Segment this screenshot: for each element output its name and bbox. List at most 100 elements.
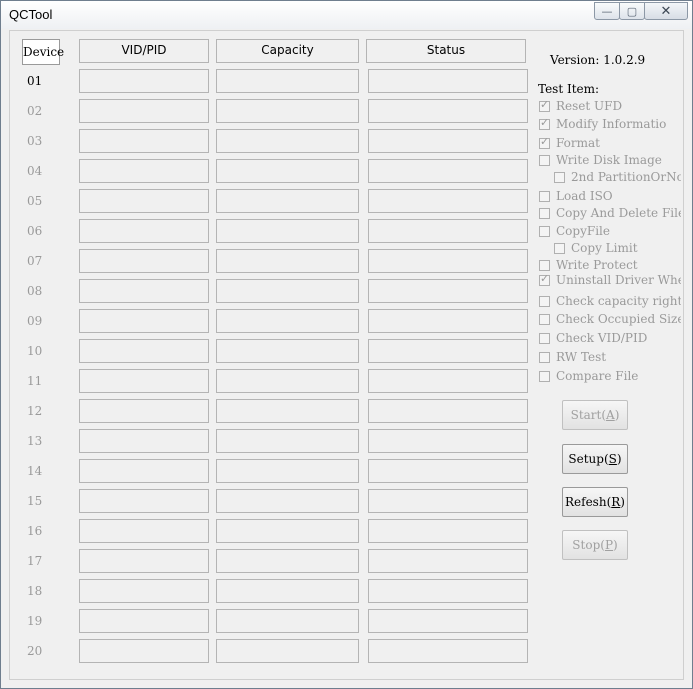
- cell-status[interactable]: [368, 129, 528, 153]
- cell-capacity[interactable]: [216, 189, 359, 213]
- row-number: 04: [27, 164, 43, 178]
- cell-capacity[interactable]: [216, 249, 359, 273]
- row-number: 17: [27, 554, 43, 568]
- minimize-button[interactable]: —: [594, 2, 620, 20]
- test-item-checkbox[interactable]: Compare File: [539, 369, 681, 383]
- row-number: 14: [27, 464, 43, 478]
- cell-vid-pid[interactable]: [79, 219, 209, 243]
- cell-vid-pid[interactable]: [79, 99, 209, 123]
- close-button[interactable]: ✕: [644, 2, 688, 20]
- cell-capacity[interactable]: [216, 69, 359, 93]
- cell-status[interactable]: [368, 69, 528, 93]
- cell-vid-pid[interactable]: [79, 549, 209, 573]
- maximize-icon: ▢: [626, 4, 638, 18]
- test-item-checkbox[interactable]: Uninstall Driver When Cl: [539, 273, 681, 287]
- cell-vid-pid[interactable]: [79, 519, 209, 543]
- cell-status[interactable]: [368, 99, 528, 123]
- test-item-checkbox[interactable]: Modify Informatio: [539, 117, 681, 131]
- test-item-checkbox[interactable]: Copy And Delete File: [539, 206, 681, 220]
- cell-capacity[interactable]: [216, 609, 359, 633]
- refresh-button[interactable]: Refesh(R): [562, 487, 628, 517]
- cell-capacity[interactable]: [216, 579, 359, 603]
- stop-button[interactable]: Stop(P): [562, 530, 628, 560]
- cell-vid-pid[interactable]: [79, 159, 209, 183]
- cell-capacity[interactable]: [216, 399, 359, 423]
- test-item-checkbox[interactable]: Check VID/PID: [539, 331, 681, 345]
- setup-button[interactable]: Setup(S): [562, 444, 628, 474]
- cell-capacity[interactable]: [216, 339, 359, 363]
- cell-capacity[interactable]: [216, 99, 359, 123]
- test-item-checkbox[interactable]: Reset UFD: [539, 99, 681, 113]
- cell-status[interactable]: [368, 549, 528, 573]
- cell-status[interactable]: [368, 579, 528, 603]
- row-number: 01: [27, 74, 43, 88]
- cell-status[interactable]: [368, 189, 528, 213]
- cell-vid-pid[interactable]: [79, 399, 209, 423]
- checkbox-icon: [539, 370, 550, 382]
- cell-status[interactable]: [368, 429, 528, 453]
- test-item-checkbox[interactable]: Load ISO: [539, 189, 681, 203]
- cell-capacity[interactable]: [216, 309, 359, 333]
- start-button[interactable]: Start(A): [562, 400, 628, 430]
- cell-status[interactable]: [368, 489, 528, 513]
- cell-status[interactable]: [368, 609, 528, 633]
- cell-status[interactable]: [368, 159, 528, 183]
- cell-vid-pid[interactable]: [79, 69, 209, 93]
- test-item-checkbox[interactable]: CopyFile: [539, 224, 681, 238]
- cell-capacity[interactable]: [216, 429, 359, 453]
- checkbox-label: Check capacity right or no: [556, 294, 681, 308]
- cell-vid-pid[interactable]: [79, 429, 209, 453]
- checkbox-label: Uninstall Driver When Cl: [556, 273, 681, 287]
- test-item-checkbox[interactable]: Write Protect: [539, 258, 681, 272]
- cell-status[interactable]: [368, 219, 528, 243]
- cell-capacity[interactable]: [216, 279, 359, 303]
- test-item-checkbox[interactable]: 2nd PartitionOrNot: [554, 170, 681, 184]
- cell-status[interactable]: [368, 399, 528, 423]
- cell-status[interactable]: [368, 369, 528, 393]
- cell-vid-pid[interactable]: [79, 579, 209, 603]
- cell-capacity[interactable]: [216, 369, 359, 393]
- cell-status[interactable]: [368, 279, 528, 303]
- test-item-checkbox[interactable]: Format: [539, 136, 681, 150]
- cell-capacity[interactable]: [216, 519, 359, 543]
- test-item-checkbox[interactable]: Check Occupied Size: [539, 312, 681, 326]
- title-bar[interactable]: QCTool — ▢ ✕: [1, 1, 692, 29]
- test-item-checkbox[interactable]: Check capacity right or no: [539, 294, 681, 308]
- header-vid-pid: VID/PID: [79, 39, 209, 63]
- row-number: 07: [27, 254, 43, 268]
- cell-vid-pid[interactable]: [79, 279, 209, 303]
- cell-status[interactable]: [368, 459, 528, 483]
- cell-vid-pid[interactable]: [79, 609, 209, 633]
- cell-capacity[interactable]: [216, 549, 359, 573]
- checked-icon: [539, 136, 550, 149]
- cell-vid-pid[interactable]: [79, 129, 209, 153]
- row-number: 19: [27, 614, 43, 628]
- cell-vid-pid[interactable]: [79, 249, 209, 273]
- cell-capacity[interactable]: [216, 459, 359, 483]
- cell-vid-pid[interactable]: [79, 189, 209, 213]
- cell-vid-pid[interactable]: [79, 639, 209, 663]
- test-item-checkbox[interactable]: Write Disk Image: [539, 153, 681, 167]
- cell-status[interactable]: [368, 339, 528, 363]
- cell-vid-pid[interactable]: [79, 489, 209, 513]
- cell-status[interactable]: [368, 519, 528, 543]
- checkbox-label: RW Test: [556, 350, 607, 364]
- cell-capacity[interactable]: [216, 639, 359, 663]
- cell-vid-pid[interactable]: [79, 369, 209, 393]
- cell-capacity[interactable]: [216, 219, 359, 243]
- cell-capacity[interactable]: [216, 489, 359, 513]
- cell-capacity[interactable]: [216, 159, 359, 183]
- cell-capacity[interactable]: [216, 129, 359, 153]
- row-number: 13: [27, 434, 43, 448]
- test-item-checkbox[interactable]: RW Test: [539, 350, 681, 364]
- row-number: 06: [27, 224, 43, 238]
- cell-vid-pid[interactable]: [79, 459, 209, 483]
- maximize-button[interactable]: ▢: [619, 2, 645, 20]
- cell-vid-pid[interactable]: [79, 339, 209, 363]
- cell-status[interactable]: [368, 309, 528, 333]
- test-item-checkbox[interactable]: Copy Limit: [554, 241, 681, 255]
- cell-status[interactable]: [368, 249, 528, 273]
- header-status: Status: [366, 39, 526, 63]
- cell-vid-pid[interactable]: [79, 309, 209, 333]
- cell-status[interactable]: [368, 639, 528, 663]
